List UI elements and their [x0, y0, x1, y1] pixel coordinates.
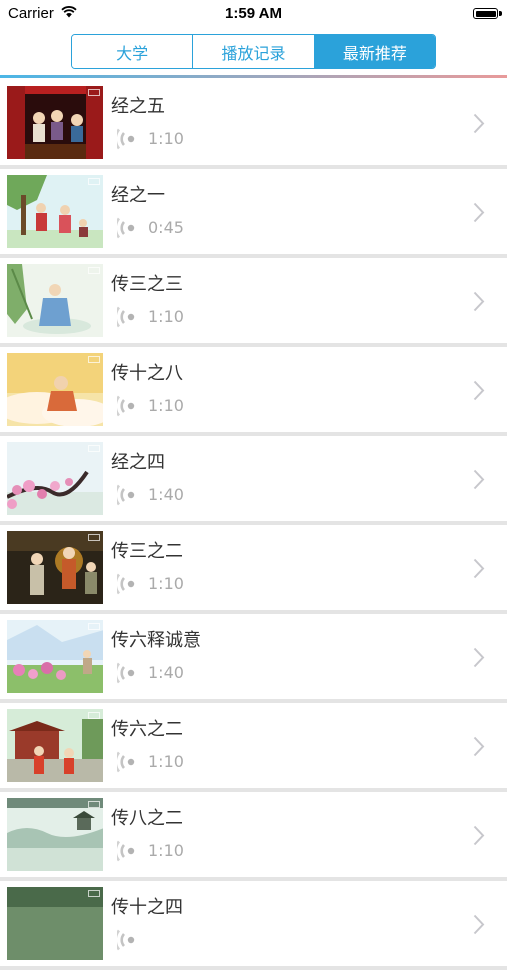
- episode-thumbnail: [7, 264, 104, 337]
- tab-play-history[interactable]: 播放记录: [192, 35, 314, 68]
- battery-icon: [473, 8, 498, 19]
- episode-duration: 1:10: [148, 752, 184, 771]
- episode-thumbnail: [7, 353, 104, 426]
- chevron-right-icon: [473, 736, 485, 757]
- battery-tip: [499, 11, 502, 16]
- audio-icon: [117, 395, 135, 417]
- audio-icon: [117, 573, 135, 595]
- list-item[interactable]: 传六之二 1:10: [0, 703, 507, 792]
- episode-thumbnail: [7, 531, 104, 604]
- episode-thumbnail: [7, 620, 104, 693]
- list-item[interactable]: 传十之四: [0, 881, 507, 970]
- episode-thumbnail: [7, 887, 104, 960]
- episode-thumbnail: [7, 798, 104, 871]
- episode-title: 经之四: [111, 452, 165, 473]
- episode-title: 经之一: [111, 185, 165, 206]
- list-item[interactable]: 经之五 1:10: [0, 80, 507, 169]
- chevron-right-icon: [473, 469, 485, 490]
- status-bar: Carrier 1:59 AM: [0, 0, 507, 28]
- episode-title: 经之五: [111, 96, 165, 117]
- chevron-right-icon: [473, 914, 485, 935]
- episode-thumbnail: [7, 175, 104, 248]
- chevron-right-icon: [473, 558, 485, 579]
- chevron-right-icon: [473, 380, 485, 401]
- segmented-control: 大学 播放记录 最新推荐: [71, 34, 436, 69]
- audio-icon: [117, 217, 135, 239]
- list-item[interactable]: 经之四 1:40: [0, 436, 507, 525]
- list-item[interactable]: 传八之二 1:10: [0, 792, 507, 881]
- episode-duration: 1:10: [148, 841, 184, 860]
- header-divider: [0, 75, 507, 78]
- episode-thumbnail: [7, 442, 104, 515]
- episode-title: 传六释诚意: [111, 630, 201, 651]
- chevron-right-icon: [473, 202, 485, 223]
- list-item[interactable]: 传三之二 1:10: [0, 525, 507, 614]
- episode-thumbnail: [7, 709, 104, 782]
- episode-title: 传六之二: [111, 719, 183, 740]
- episode-duration: 1:10: [148, 574, 184, 593]
- episode-title: 传十之八: [111, 363, 183, 384]
- audio-icon: [117, 929, 135, 951]
- episode-title: 传三之三: [111, 274, 183, 295]
- episode-duration: 1:10: [148, 129, 184, 148]
- episode-list: 经之五 1:10 经之一 0:45 传三之三 1:10 传十之八 1:10 经之…: [0, 80, 507, 970]
- episode-duration: 1:40: [148, 485, 184, 504]
- episode-duration: 1:10: [148, 307, 184, 326]
- episode-duration: 1:10: [148, 396, 184, 415]
- list-item[interactable]: 经之一 0:45: [0, 169, 507, 258]
- audio-icon: [117, 751, 135, 773]
- tab-daxue[interactable]: 大学: [72, 35, 193, 68]
- chevron-right-icon: [473, 291, 485, 312]
- audio-icon: [117, 128, 135, 150]
- audio-icon: [117, 662, 135, 684]
- episode-duration: 0:45: [148, 218, 184, 237]
- list-item[interactable]: 传十之八 1:10: [0, 347, 507, 436]
- episode-duration: 1:40: [148, 663, 184, 682]
- list-item[interactable]: 传六释诚意 1:40: [0, 614, 507, 703]
- status-time: 1:59 AM: [225, 5, 282, 22]
- list-item[interactable]: 传三之三 1:10: [0, 258, 507, 347]
- audio-icon: [117, 840, 135, 862]
- chevron-right-icon: [473, 647, 485, 668]
- episode-title: 传十之四: [111, 897, 183, 918]
- tab-latest-recommended[interactable]: 最新推荐: [313, 35, 435, 68]
- episode-title: 传三之二: [111, 541, 183, 562]
- chevron-right-icon: [473, 113, 485, 134]
- chevron-right-icon: [473, 825, 485, 846]
- audio-icon: [117, 484, 135, 506]
- episode-thumbnail: [7, 86, 104, 159]
- episode-title: 传八之二: [111, 808, 183, 829]
- audio-icon: [117, 306, 135, 328]
